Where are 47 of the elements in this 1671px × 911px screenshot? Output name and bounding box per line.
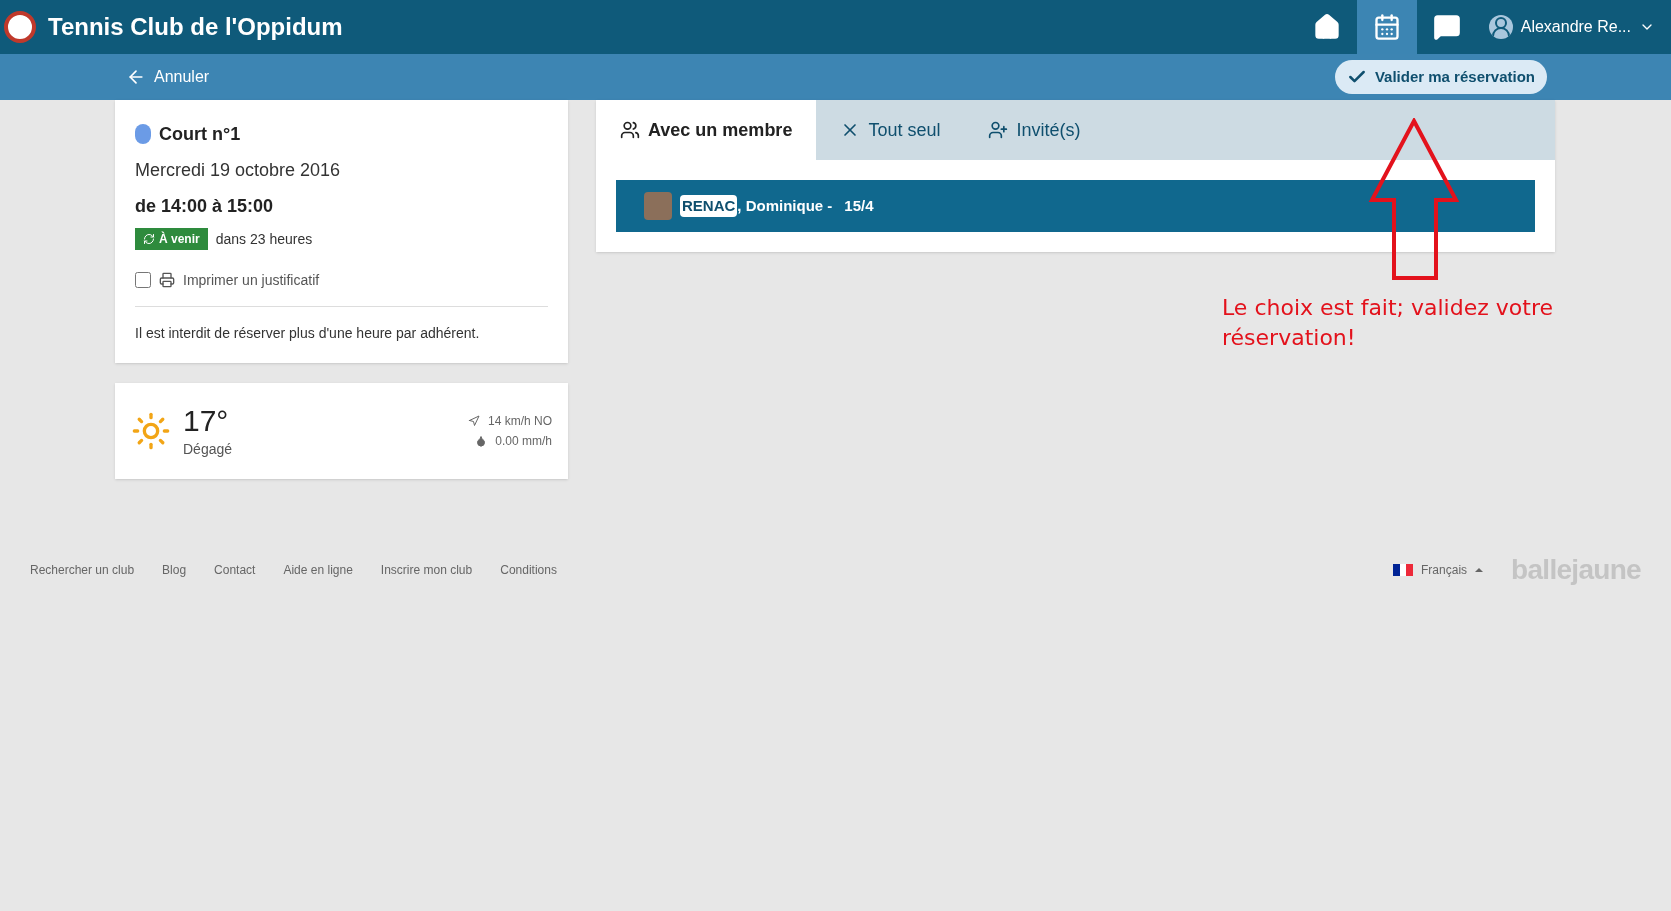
booking-rule: Il est interdit de réserver plus d'une heure par adhérent.: [135, 324, 481, 343]
nav-button[interactable]: [1356, 0, 1417, 54]
partner-row[interactable]: RENAC, Dominique - 15/4: [616, 180, 1535, 232]
user-menu[interactable]: Alexandre Re...: [1488, 15, 1655, 39]
booking-date: Mercredi 19 octobre 2016: [135, 159, 342, 182]
footer-link[interactable]: Aide en ligne: [283, 561, 353, 578]
temperature: 17°: [183, 403, 230, 439]
wind-speed: 14 km/h NO: [487, 413, 552, 429]
home-icon: [1312, 13, 1341, 41]
avatar-photo-placeholder: [644, 192, 672, 220]
wind-direction-icon: [467, 415, 480, 427]
calendar-icon: [1372, 13, 1401, 41]
caret-icon: [1475, 567, 1484, 572]
annotation-text: Le choix est fait; validez votre réservation!: [1222, 294, 1554, 352]
validate-button[interactable]: Valider ma réservation: [1334, 59, 1547, 95]
flag-icon: [1393, 563, 1414, 576]
avatar-icon: [1488, 15, 1513, 39]
partner-rank: 15/4: [844, 195, 874, 216]
printer-icon: [159, 272, 175, 288]
refresh-icon: [143, 233, 155, 245]
footer-link[interactable]: Conditions: [500, 561, 557, 578]
chat-icon: [1432, 13, 1461, 41]
booking-time: de 14:00 à 15:00: [135, 195, 275, 218]
status-badge: À venir: [135, 228, 208, 250]
people-icon: [620, 120, 640, 140]
sun-icon: [131, 411, 171, 451]
tab[interactable]: Tout seul: [816, 100, 965, 160]
tab[interactable]: Invité(s): [964, 100, 1105, 160]
rainfall: 0.00 mm/h: [495, 433, 552, 449]
print-label: Imprimer un justificatif: [183, 271, 320, 290]
partner-first-name: , Dominique -: [737, 195, 833, 216]
club-title: Tennis Club de l'Oppidum: [48, 12, 343, 42]
footer-link[interactable]: Inscrire mon club: [380, 561, 473, 578]
court-name: Court n°1: [159, 123, 241, 146]
rain-drop-icon: [475, 435, 488, 447]
add-person-icon: [988, 120, 1009, 140]
tab[interactable]: Avec un membre: [596, 100, 817, 160]
language-selector[interactable]: Français: [1393, 561, 1484, 578]
countdown-text: dans 23 heures: [215, 230, 313, 249]
footer-link[interactable]: Contact: [214, 561, 256, 578]
partner-last-name: RENAC: [680, 194, 738, 218]
footer-link[interactable]: Blog: [162, 561, 187, 578]
weather-condition: Dégagé: [183, 440, 233, 459]
print-checkbox[interactable]: [135, 272, 151, 288]
footer-link[interactable]: Rechercher un club: [30, 561, 135, 578]
cancel-button[interactable]: Annuler: [126, 65, 210, 89]
club-logo-icon: [4, 11, 36, 43]
